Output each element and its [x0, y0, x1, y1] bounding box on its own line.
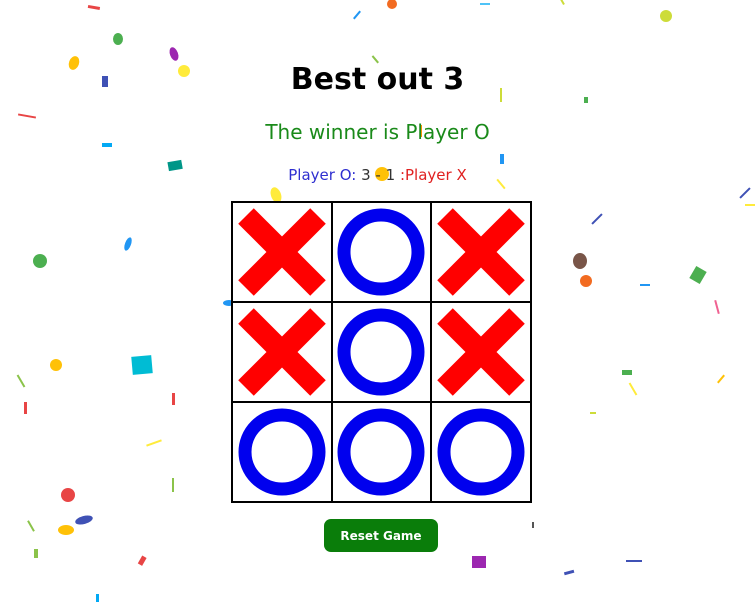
player-o-score: 3	[361, 166, 371, 184]
confetti-piece	[124, 237, 132, 251]
confetti-piece	[480, 3, 490, 5]
confetti-piece	[590, 412, 596, 414]
board-cell-1[interactable]	[331, 202, 432, 302]
player-x-score: 1	[385, 166, 396, 184]
confetti-piece	[640, 284, 650, 286]
confetti-piece	[169, 47, 179, 61]
reset-game-button[interactable]: Reset Game	[324, 519, 438, 552]
confetti-piece	[472, 556, 486, 568]
board-cell-8[interactable]	[431, 402, 531, 502]
page-title: Best out 3	[290, 62, 465, 97]
o-mark-icon	[337, 208, 425, 296]
player-x-label: :Player X	[399, 166, 467, 184]
confetti-piece	[739, 187, 751, 199]
confetti-piece	[113, 33, 123, 45]
board-cell-5[interactable]	[431, 302, 531, 402]
game-page: Best out 3 The winner is Player O Player…	[0, 0, 755, 616]
confetti-piece	[34, 549, 38, 558]
board-cell-2[interactable]	[431, 202, 531, 302]
confetti-piece	[500, 154, 504, 164]
confetti-piece	[689, 265, 707, 285]
x-mark-icon	[437, 308, 525, 396]
o-mark-icon	[337, 308, 425, 396]
board-cell-0[interactable]	[232, 202, 332, 302]
confetti-piece	[563, 569, 575, 576]
confetti-piece	[622, 370, 632, 375]
player-o-label: Player O:	[288, 166, 357, 184]
confetti-piece	[387, 0, 397, 9]
confetti-piece	[17, 113, 37, 119]
confetti-piece	[16, 374, 26, 388]
confetti-piece	[626, 560, 642, 562]
confetti-piece	[146, 439, 162, 447]
confetti-piece	[584, 97, 588, 103]
o-mark-icon	[337, 408, 425, 496]
confetti-piece	[75, 515, 93, 525]
confetti-piece	[50, 359, 62, 371]
board-cell-3[interactable]	[232, 302, 332, 402]
o-mark-icon	[238, 408, 326, 496]
confetti-piece	[591, 213, 603, 225]
confetti-piece	[628, 382, 638, 396]
confetti-piece	[717, 374, 725, 384]
scoreboard: Player O: 3 - 1 :Player X	[0, 166, 755, 184]
confetti-piece	[58, 525, 74, 535]
confetti-piece	[172, 393, 175, 405]
confetti-piece	[24, 402, 27, 414]
confetti-piece	[580, 275, 592, 287]
confetti-piece	[573, 253, 587, 269]
board-cell-6[interactable]	[232, 402, 332, 502]
game-board	[231, 201, 532, 503]
confetti-piece	[559, 0, 565, 5]
confetti-piece	[96, 594, 99, 602]
confetti-piece	[745, 204, 755, 206]
x-mark-icon	[238, 308, 326, 396]
confetti-piece	[87, 4, 101, 11]
x-mark-icon	[437, 208, 525, 296]
confetti-piece	[172, 478, 174, 492]
confetti-piece	[660, 10, 672, 22]
board-cell-7[interactable]	[331, 402, 432, 502]
score-separator: -	[375, 166, 381, 184]
o-mark-icon	[437, 408, 525, 496]
confetti-piece	[33, 254, 47, 268]
confetti-piece	[61, 488, 75, 502]
board-cell-4[interactable]	[331, 302, 432, 402]
confetti-piece	[27, 520, 35, 532]
confetti-piece	[714, 299, 720, 315]
winner-message: The winner is Player O	[265, 120, 490, 144]
confetti-piece	[532, 522, 534, 528]
confetti-piece	[131, 355, 153, 375]
x-mark-icon	[238, 208, 326, 296]
confetti-piece	[137, 555, 147, 566]
confetti-piece	[353, 10, 361, 20]
